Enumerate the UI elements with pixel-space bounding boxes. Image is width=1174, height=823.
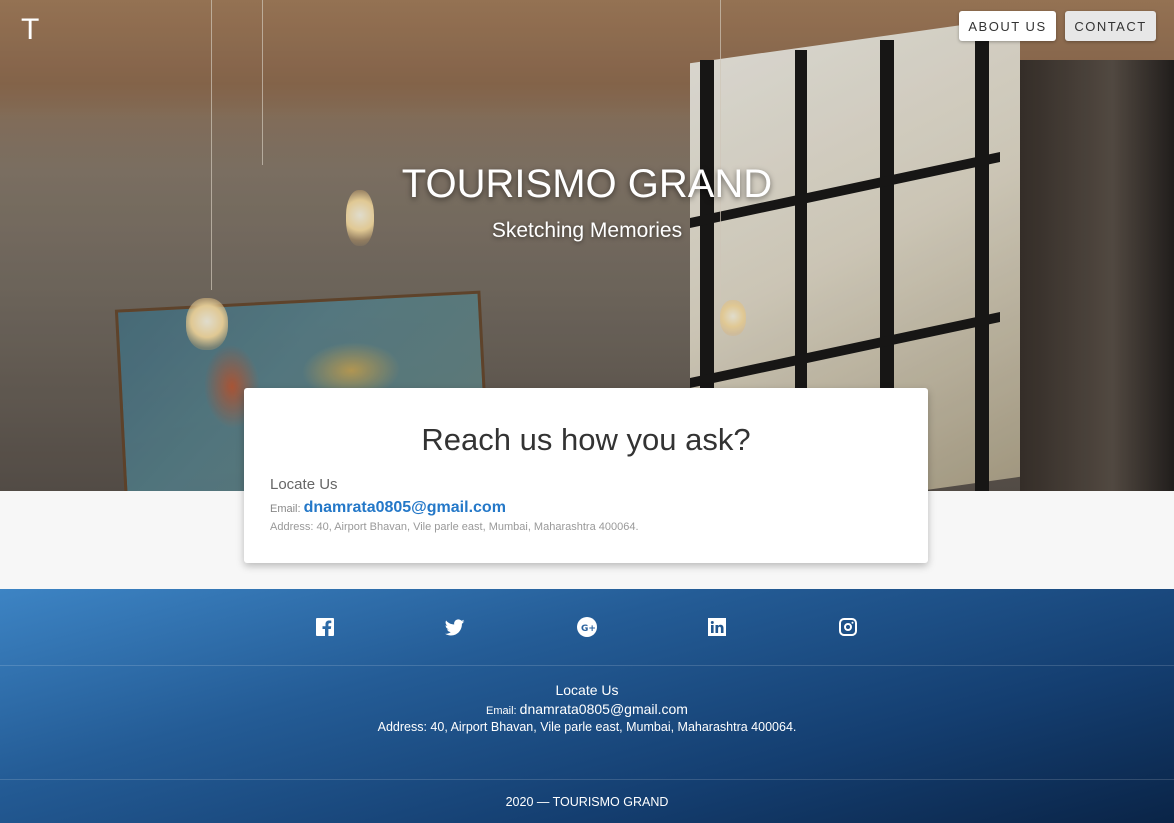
brand-logo[interactable]: T [21,13,39,47]
card-email-link[interactable]: dnamrata0805@gmail.com [304,499,506,516]
about-us-button[interactable]: ABOUT US [959,11,1056,41]
contact-button[interactable]: CONTACT [1065,11,1156,41]
twitter-icon[interactable] [445,617,465,637]
copyright-name[interactable]: TOURISMO GRAND [553,795,669,809]
svg-text:G+: G+ [581,624,596,634]
contact-card: Reach us how you ask? Locate Us Email: dn… [244,388,928,563]
copyright-year: 2020 — [505,795,550,809]
card-email-prefix: Email: [270,503,301,515]
hero-subtitle: Sketching Memories [491,219,683,242]
hero-title: TOURISMO GRAND [401,162,773,206]
instagram-icon[interactable] [838,617,858,637]
card-title: Reach us how you ask? [421,422,751,457]
copyright: 2020 — TOURISMO GRAND [0,795,1174,809]
footer-address: Address: 40, Airport Bhavan, Vile parle … [377,720,797,734]
footer-locate-heading: Locate Us [555,682,619,698]
footer-email-line: Email: dnamrata0805@gmail.com [0,701,1174,717]
card-email-line: Email: dnamrata0805@gmail.com [270,499,506,517]
card-address: Address: 40, Airport Bhavan, Vile parle … [270,521,639,533]
footer-divider [0,779,1174,780]
card-locate-heading: Locate Us [270,476,338,493]
footer-email-link[interactable]: dnamrata0805@gmail.com [520,701,688,717]
google-plus-icon[interactable]: G+ [577,617,597,637]
footer: G+ Locate Us Email: dnamrata0805@gmail.c… [0,589,1174,823]
linkedin-icon[interactable] [707,617,727,637]
facebook-icon[interactable] [315,617,335,637]
footer-divider [0,665,1174,666]
footer-email-prefix: Email: [486,705,517,717]
